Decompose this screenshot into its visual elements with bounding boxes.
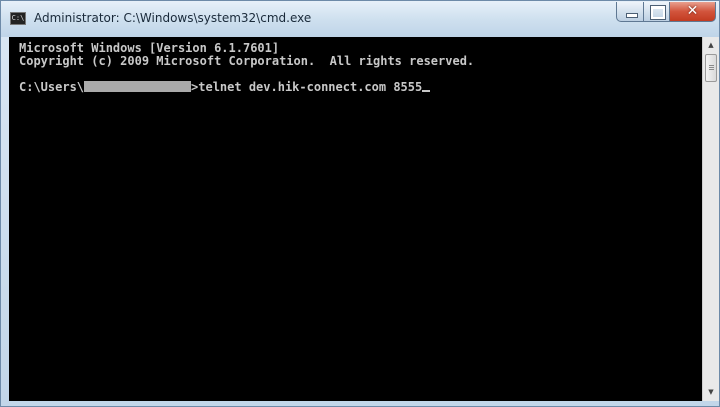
arrow-up-icon: ▲ <box>708 41 714 49</box>
title-bar[interactable]: C:\ Administrator: C:\Windows\system32\c… <box>1 1 719 37</box>
scroll-up-button[interactable]: ▲ <box>703 37 719 54</box>
console-output[interactable]: Microsoft Windows [Version 6.1.7601] Cop… <box>9 37 702 401</box>
version-line: Microsoft Windows [Version 6.1.7601] <box>19 41 280 55</box>
minimize-button[interactable] <box>616 2 644 22</box>
text-cursor <box>422 90 431 92</box>
caption-buttons: ✕ <box>616 2 716 24</box>
scrollbar-thumb[interactable] <box>705 54 717 82</box>
window-title: Administrator: C:\Windows\system32\cmd.e… <box>34 11 312 25</box>
arrow-down-icon: ▼ <box>708 388 714 396</box>
maximize-icon <box>651 6 665 19</box>
close-button[interactable]: ✕ <box>670 2 716 22</box>
command-text: >telnet dev.hik-connect.com 8555 <box>191 80 423 94</box>
vertical-scrollbar[interactable]: ▲ ▼ <box>702 37 719 401</box>
console-text: Microsoft Windows [Version 6.1.7601] Cop… <box>9 37 702 94</box>
redacted-username <box>84 81 192 92</box>
prompt-path: C:\Users\ <box>19 80 85 94</box>
cmd-icon[interactable]: C:\ <box>10 12 26 25</box>
scroll-down-button[interactable]: ▼ <box>703 384 719 401</box>
minimize-icon <box>626 13 638 18</box>
maximize-button[interactable] <box>644 2 670 22</box>
close-icon: ✕ <box>686 3 699 19</box>
cmd-window: C:\ Administrator: C:\Windows\system32\c… <box>0 0 720 407</box>
copyright-line: Copyright (c) 2009 Microsoft Corporation… <box>19 54 475 68</box>
grip-icon <box>709 65 714 71</box>
